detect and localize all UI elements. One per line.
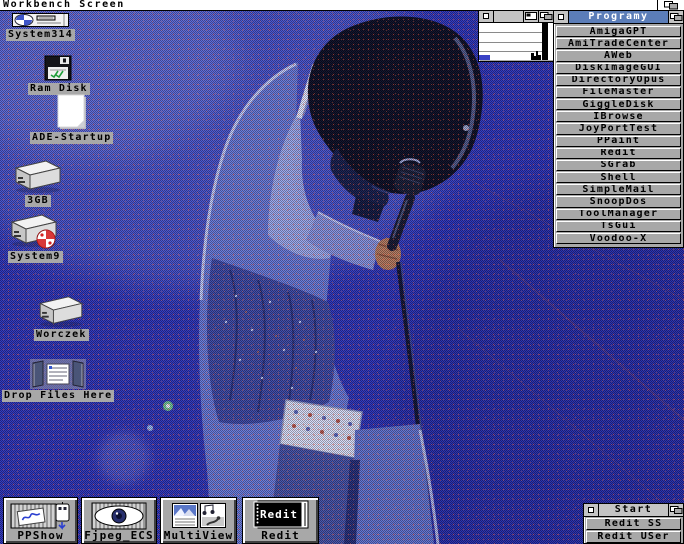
graph-gridline [479, 42, 544, 43]
monitor-titlebar[interactable] [479, 10, 553, 23]
multiview-icon [172, 501, 226, 530]
cdrom-drive-icon [12, 13, 70, 28]
program-button-snoopdos[interactable]: SnoopDos [556, 196, 681, 207]
dock-item-label: PPShow [17, 530, 63, 542]
program-button-amitradecenter[interactable]: AmiTradeCenter [556, 38, 681, 49]
desktop-icon-label[interactable]: 3GB [25, 195, 51, 207]
zoom-icon [525, 12, 537, 20]
graph-bump [538, 55, 541, 60]
graph-bump [536, 51, 538, 60]
program-button-directoryopus[interactable]: DirectoryOpus [556, 75, 681, 86]
desktop-icon-ram-disk[interactable]: Ram Disk [28, 55, 90, 95]
program-button-shell[interactable]: Shell [556, 172, 681, 183]
desktop-icon-worczek[interactable]: Worczek [34, 294, 89, 341]
program-list: AmigaGPT AmiTradeCenter AWeb DiskImageGU… [554, 24, 683, 246]
close-gadget[interactable] [554, 11, 569, 23]
graph-gridline [479, 32, 544, 33]
start-titlebar[interactable]: Start [584, 504, 683, 517]
fjpeg-eye-icon [91, 502, 147, 530]
close-icon [558, 14, 564, 20]
desktop-icon-label[interactable]: Drop Files Here [2, 390, 114, 402]
graph-bump [531, 53, 534, 60]
graph-gridline [479, 51, 544, 52]
desktop-icon-label[interactable]: ADE-Startup [30, 132, 113, 144]
dock-item-ppshow[interactable]: PPShow [3, 497, 78, 544]
program-button-simplemail[interactable]: SimpleMail [556, 184, 681, 195]
ppshow-icon [10, 501, 72, 530]
start-button-redit-ss[interactable]: Redit SS [586, 518, 681, 530]
depth-icon [664, 1, 678, 10]
window-title [494, 10, 523, 22]
depth-icon [670, 13, 683, 21]
program-button-voodoo-x[interactable]: Voodoo-X [556, 233, 681, 244]
dock-item-fjpeg-ecs[interactable]: Fjpeg_ECS [81, 497, 157, 544]
program-button-toolmanager[interactable]: ToolManager [556, 209, 681, 220]
program-button-sgrab[interactable]: SGrab [556, 160, 681, 171]
desktop-icon-label[interactable]: Worczek [34, 329, 89, 341]
program-button-joyporttest[interactable]: JoyPortTest [556, 123, 681, 134]
window-title: Start [599, 504, 668, 516]
desktop-icon-3gb[interactable]: 3GB [12, 158, 64, 207]
close-icon [588, 507, 594, 513]
program-button-aweb[interactable]: AWeb [556, 50, 681, 61]
program-button-diskimagegui[interactable]: DiskImageGUI [556, 63, 681, 74]
program-button-ppaint[interactable]: PPaint [556, 136, 681, 147]
program-button-redit[interactable]: Redit [556, 148, 681, 159]
graph-bar [542, 23, 548, 60]
desktop-icon-ade-startup[interactable]: ADE-Startup [30, 94, 113, 144]
window-title: Programy [569, 11, 668, 23]
program-button-filemaster[interactable]: FileMaster [556, 87, 681, 98]
close-gadget[interactable] [479, 10, 494, 22]
start-list: Redit SS Redit USer [584, 517, 683, 544]
close-gadget[interactable] [584, 504, 599, 516]
dock-item-multiview[interactable]: MultiView [160, 497, 237, 544]
zoom-gadget[interactable] [523, 10, 538, 22]
depth-gadget[interactable] [668, 504, 683, 516]
dock-item-label: Redit [261, 530, 300, 542]
redit-icon-text: Redit [259, 508, 297, 521]
desktop-icon-system9[interactable]: System9 [8, 212, 63, 263]
program-button-amigagpt[interactable]: AmigaGPT [556, 26, 681, 37]
depth-gadget[interactable] [668, 11, 683, 23]
monitor-window [478, 9, 554, 62]
desktop-icon-system314[interactable]: System314 [6, 13, 75, 41]
depth-icon [540, 12, 553, 20]
graph-bump [534, 56, 536, 60]
program-button-ibrowse[interactable]: IBrowse [556, 111, 681, 122]
harddrive-icon [36, 294, 86, 328]
dock-item-label: Fjpeg_ECS [84, 530, 154, 542]
desktop-icon-drop-files-here[interactable]: Drop Files Here [2, 359, 114, 402]
screen-titlebar[interactable]: Workbench Screen [0, 0, 684, 11]
floppy-disk-icon [44, 55, 74, 82]
desktop-icon-label[interactable]: System314 [6, 29, 75, 41]
start-button-redit-user[interactable]: Redit USer [586, 531, 681, 543]
programy-window: Programy AmigaGPT AmiTradeCenter AWeb Di… [553, 10, 684, 248]
depth-icon [670, 506, 683, 514]
depth-gadget[interactable] [538, 10, 553, 22]
programy-titlebar[interactable]: Programy [554, 11, 683, 24]
dock-item-redit[interactable]: Redit Redit [242, 497, 319, 544]
drop-tray-icon [30, 359, 86, 389]
usage-graph [479, 23, 553, 60]
workbench-screen: Workbench Screen System314 [0, 0, 684, 544]
redit-notepad-icon: Redit [251, 499, 311, 530]
graph-corner-chip [479, 55, 490, 60]
start-window: Start Redit SS Redit USer [583, 503, 684, 544]
dock-item-label: MultiView [164, 530, 234, 542]
program-button-giggledisk[interactable]: GiggleDisk [556, 99, 681, 110]
desktop-icon-label[interactable]: System9 [8, 251, 63, 263]
close-icon [483, 13, 489, 19]
harddrive-icon [12, 158, 64, 194]
program-button-tsgui[interactable]: TsGui [556, 221, 681, 232]
harddrive-boingball-icon [8, 212, 62, 250]
screen-title: Workbench Screen [0, 0, 125, 10]
document-icon [55, 94, 89, 131]
screen-depth-gadget[interactable] [657, 0, 684, 10]
